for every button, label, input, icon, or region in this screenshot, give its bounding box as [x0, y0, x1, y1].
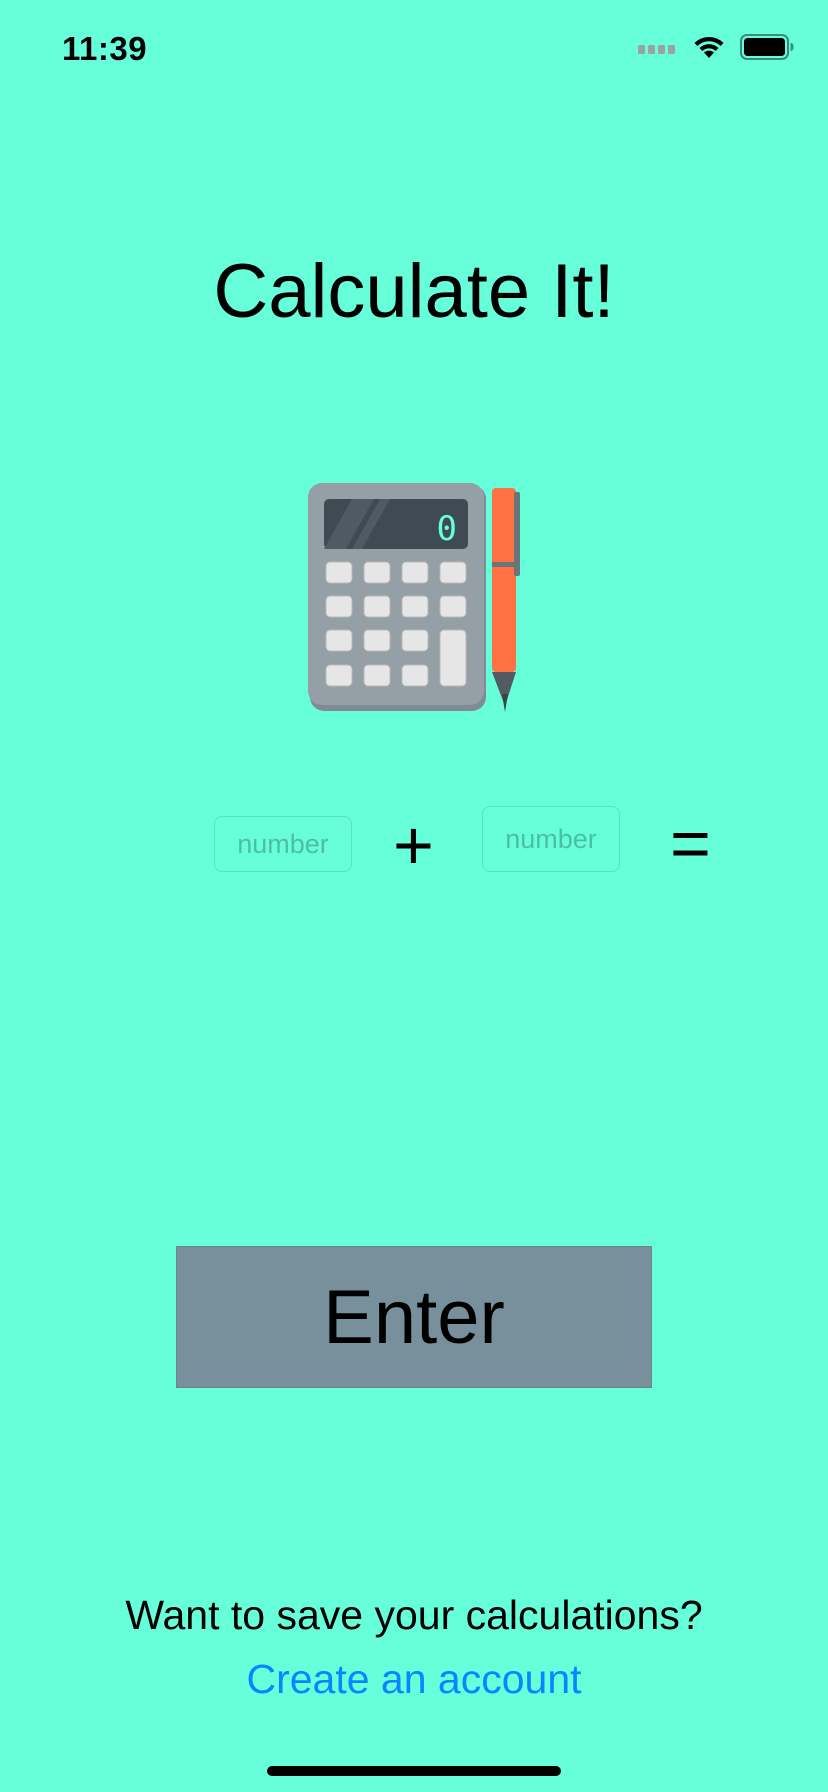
equals-operator: =	[670, 804, 711, 882]
save-prompt-text: Want to save your calculations?	[125, 1592, 703, 1638]
page-title: Calculate It!	[213, 249, 615, 334]
create-account-link[interactable]: Create an account	[0, 1656, 828, 1703]
plus-operator: +	[393, 806, 434, 884]
first-number-input[interactable]	[214, 816, 352, 872]
wifi-icon	[694, 36, 724, 58]
home-indicator	[267, 1766, 561, 1776]
calculator-with-pen-icon: 0	[302, 480, 532, 720]
status-icons	[638, 34, 794, 60]
second-number-input[interactable]	[482, 806, 620, 872]
status-time: 11:39	[62, 30, 148, 67]
calculator-display-digit: 0	[437, 509, 457, 549]
cellular-signal-icon	[638, 45, 675, 54]
battery-icon	[740, 34, 794, 60]
enter-button[interactable]: Enter	[176, 1246, 652, 1388]
status-bar: 11:39	[0, 0, 828, 100]
